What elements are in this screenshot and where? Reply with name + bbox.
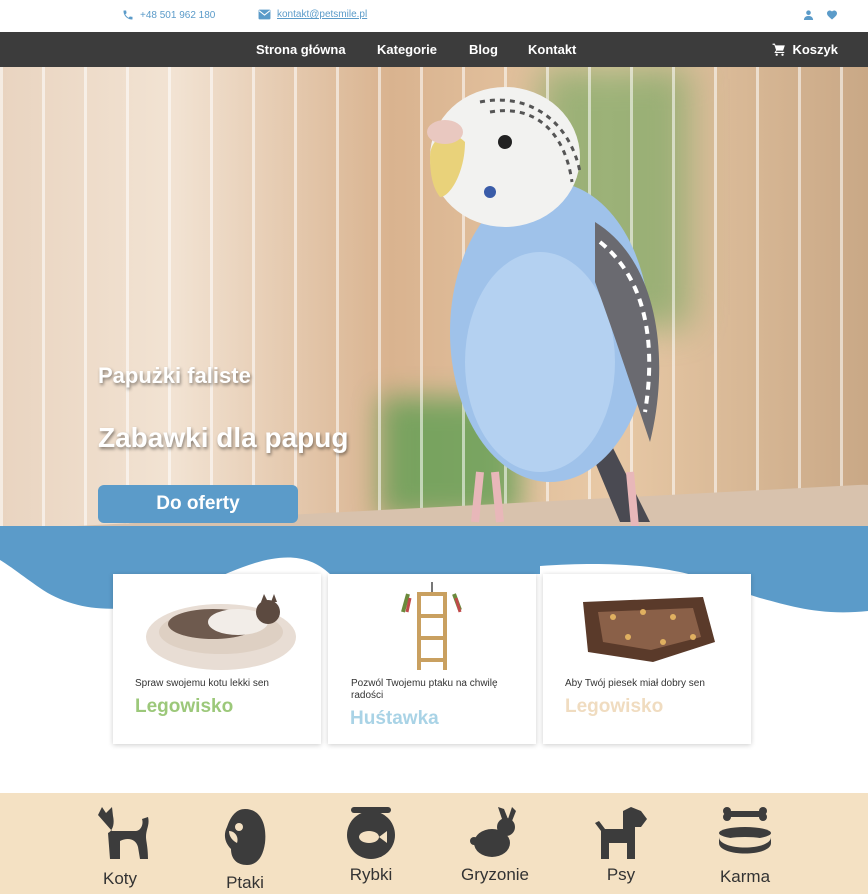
product-card-cat-bed[interactable]: Spraw swojemu kotu lekki sen Legowisko [113, 574, 321, 744]
category-label: Ptaki [226, 873, 264, 892]
category-food[interactable]: Karma [690, 807, 800, 887]
rabbit-icon [470, 807, 516, 857]
main-nav: Strona główna Kategorie Blog Kontakt Kos… [0, 32, 868, 67]
category-label: Karma [719, 867, 771, 886]
nav-home[interactable]: Strona główna [256, 42, 346, 57]
food-bowl-icon [719, 807, 771, 854]
product-card-bird-swing[interactable]: Pozwól Twojemu ptaku na chwilę radości H… [328, 574, 536, 744]
product-description: Pozwól Twojemu ptaku na chwilę radości [351, 678, 498, 701]
top-bar: +48 501 962 180 kontakt@petsmile.pl [0, 0, 868, 32]
cat-bed-image [146, 594, 296, 670]
cart-link[interactable]: Koszyk [772, 42, 838, 57]
email-contact[interactable]: kontakt@petsmile.pl [258, 9, 367, 20]
mail-icon [258, 9, 271, 20]
product-description: Spraw swojemu kotu lekki sen [135, 678, 269, 689]
category-fish[interactable]: Rybki [316, 807, 426, 885]
nav-categories[interactable]: Kategorie [377, 42, 437, 57]
dog-bed-image [583, 597, 715, 662]
email-address: kontakt@petsmile.pl [277, 9, 368, 20]
budgie-image [427, 87, 660, 527]
nav-contact[interactable]: Kontakt [528, 42, 576, 57]
bird-swing-image [401, 582, 462, 670]
hero-title: Zabawki dla papug [98, 422, 349, 453]
dog-icon [595, 807, 647, 859]
cat-icon [98, 807, 149, 859]
hero-subtitle: Papużki faliste [98, 363, 251, 388]
product-description: Aby Twój piesek miał dobry sen [565, 678, 705, 689]
category-rodents[interactable]: Gryzonie [440, 807, 550, 885]
product-card-dog-bed[interactable]: Aby Twój piesek miał dobry sen Legowisko [543, 574, 751, 744]
phone-number: +48 501 962 180 [140, 9, 216, 21]
category-cats[interactable]: Koty [65, 807, 175, 889]
cart-icon [773, 43, 786, 56]
category-label: Rybki [349, 865, 393, 884]
category-label: Gryzonie [460, 865, 530, 884]
heart-icon[interactable] [826, 9, 838, 21]
product-name[interactable]: Huśtawka [350, 708, 439, 730]
category-label: Koty [102, 869, 138, 888]
phone-icon [123, 10, 133, 20]
product-name[interactable]: Legowisko [135, 696, 233, 718]
category-birds[interactable]: Ptaki [190, 807, 300, 893]
cart-label: Koszyk [792, 42, 838, 57]
hero-banner: Papużki faliste Zabawki dla papug Do ofe… [0, 67, 868, 527]
category-dogs[interactable]: Psy [566, 807, 676, 885]
user-icon[interactable] [803, 9, 814, 21]
fishbowl-icon [347, 807, 395, 859]
bird-icon [224, 809, 266, 865]
category-strip: Koty Ptaki Rybki Gryzonie Psy Karma [0, 793, 868, 894]
nav-blog[interactable]: Blog [469, 42, 498, 57]
product-name[interactable]: Legowisko [565, 696, 663, 718]
offer-button[interactable]: Do oferty [98, 485, 298, 523]
category-label: Psy [606, 865, 636, 884]
phone-contact[interactable]: +48 501 962 180 [122, 9, 215, 21]
